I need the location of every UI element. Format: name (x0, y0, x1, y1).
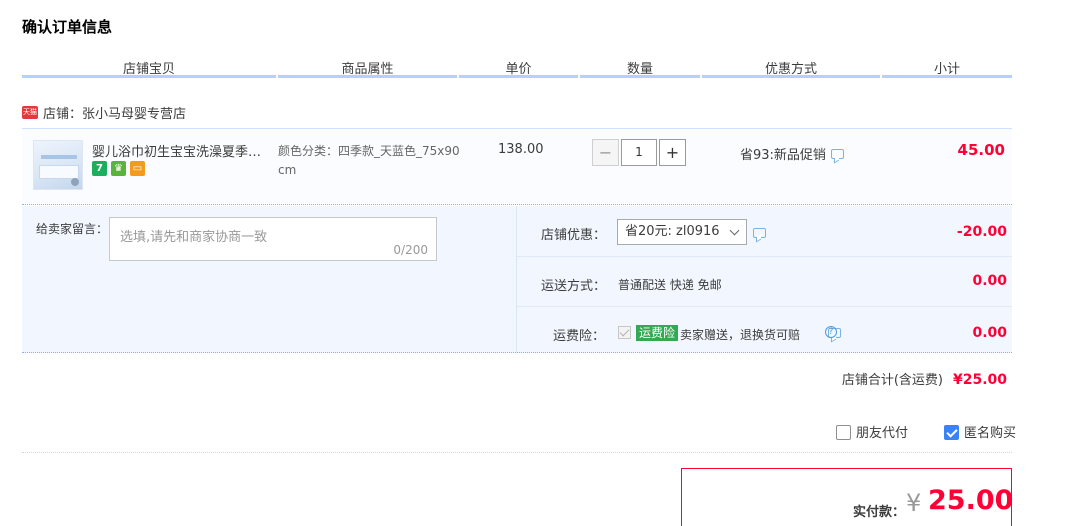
help-icon[interactable]: ? (825, 326, 837, 338)
chevron-down-icon (729, 225, 740, 236)
quantity-increase-button[interactable]: + (659, 139, 686, 166)
anonymous-checkbox[interactable] (944, 425, 959, 440)
quantity-input[interactable]: 1 (621, 139, 657, 166)
promotion-info: 省93:新品促销 (740, 144, 844, 163)
seven-day-return-icon[interactable]: 7 (92, 161, 107, 176)
guarantee-icon[interactable]: ♛ (111, 161, 126, 176)
memo-placeholder: 选填,请先和商家协商一致 (120, 230, 268, 245)
memo-textarea[interactable]: 选填,请先和商家协商一致 0/200 (109, 217, 437, 261)
anonymous-label: 匿名购买 (964, 426, 1017, 441)
comment-icon[interactable] (830, 148, 844, 159)
comment-icon[interactable] (753, 228, 766, 238)
unit-price: 138.00 (498, 142, 544, 157)
thumbnail-detail (41, 155, 77, 159)
thumbnail-detail (39, 165, 79, 179)
divider (22, 452, 1012, 453)
shop-total: 店铺合计(含运费) ¥25.00 (842, 369, 1007, 388)
insurance-text: 卖家赠送，退换货可赔 (680, 328, 801, 342)
insurance-checkbox[interactable] (618, 326, 631, 339)
product-name-link[interactable]: 婴儿浴巾初生宝宝洗澡夏季薄款… (92, 141, 272, 160)
discount-label: 店铺优惠： (541, 228, 607, 243)
shop-row: 天猫 店铺：张小马母婴专营店 (22, 102, 186, 122)
shipping-row: 运送方式： 0.00 (517, 257, 1012, 307)
quantity-stepper: − 1 + (592, 139, 686, 166)
shop-name[interactable]: 店铺：张小马母婴专营店 (43, 103, 186, 122)
discount-select[interactable]: 省20元: zl0916 (617, 219, 747, 245)
payment-amount: 25.00 (928, 485, 1014, 516)
column-header-price: 单价 (459, 58, 578, 78)
column-header-attribute: 商品属性 (278, 58, 457, 78)
column-header-subtotal: 小计 (882, 58, 1012, 78)
item-subtotal: 45.00 (957, 141, 1005, 159)
shipping-value: 0.00 (972, 273, 1007, 289)
tmall-icon: 天猫 (22, 105, 38, 119)
product-thumbnail[interactable] (33, 140, 83, 190)
shipping-method: 普通配送 快递 免邮 (618, 278, 722, 292)
memo-label: 给卖家留言： (36, 222, 109, 236)
memo-char-count: 0/200 (393, 243, 428, 257)
shipping-label: 运送方式： (541, 279, 607, 294)
currency-symbol: ¥ (906, 489, 922, 517)
friend-pay-label: 朋友代付 (856, 426, 909, 441)
product-attribute: 颜色分类：四季款_天蓝色_75x90cm (278, 144, 460, 177)
discount-selected: 省20元: zl0916 (625, 224, 720, 239)
column-header-item: 店铺宝贝 (22, 58, 276, 78)
insurance-value: 0.00 (972, 325, 1007, 341)
service-badges: 7 ♛ ▭ (92, 161, 145, 176)
page-title: 确认订单信息 (22, 18, 113, 36)
order-item-row: 婴儿浴巾初生宝宝洗澡夏季薄款… 7 ♛ ▭ 颜色分类：四季款_天蓝色_75x90… (22, 128, 1012, 205)
payment-summary: 实付款： ¥ 25.00 (681, 468, 1014, 526)
discount-value: -20.00 (956, 224, 1007, 240)
column-header-discount: 优惠方式 (702, 58, 880, 78)
anonymous-option[interactable]: 匿名购买 (944, 422, 1016, 441)
shop-total-label: 店铺合计(含运费) (841, 373, 943, 388)
friend-pay-checkbox[interactable] (836, 425, 851, 440)
column-header-quantity: 数量 (580, 58, 700, 78)
column-headers: 店铺宝贝 商品属性 单价 数量 优惠方式 小计 (22, 58, 1012, 78)
thumbnail-detail (71, 178, 79, 186)
shop-total-value: ¥25.00 (952, 372, 1007, 388)
credit-card-icon[interactable]: ▭ (130, 161, 145, 176)
quantity-decrease-button[interactable]: − (592, 139, 619, 166)
order-detail-block: 给卖家留言： 选填,请先和商家协商一致 0/200 店铺优惠： -20.00 省… (22, 206, 1012, 353)
friend-pay-option[interactable]: 朋友代付 (836, 422, 908, 441)
payment-label: 实付款： (853, 505, 906, 520)
insurance-tag: 运费险 (636, 325, 679, 341)
insurance-label: 运费险： (553, 329, 606, 344)
promotion-text: 省93:新品促销 (740, 148, 826, 163)
